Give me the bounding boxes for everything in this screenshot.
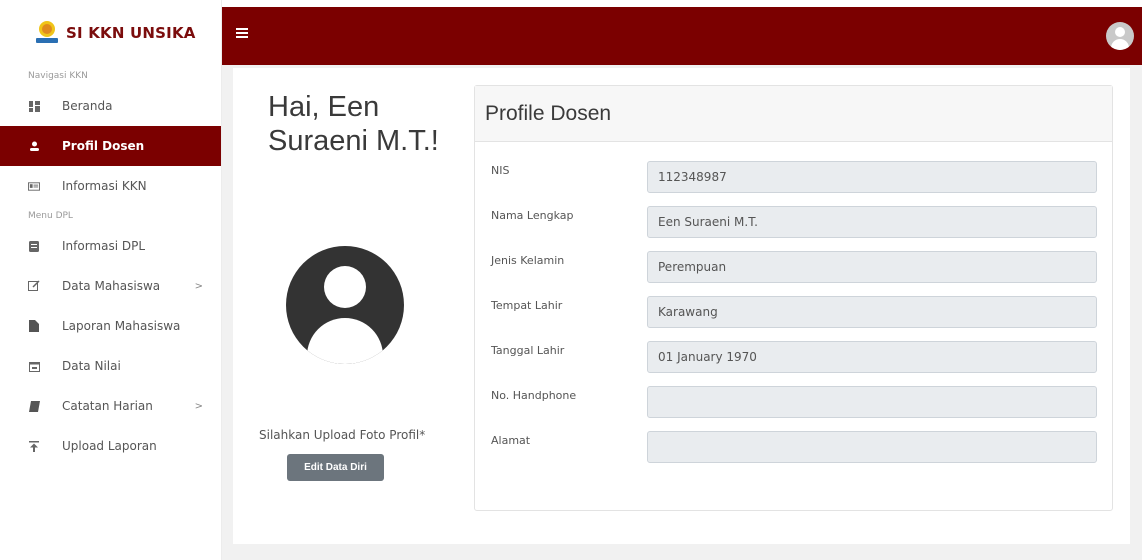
field-row-tanggal-lahir: Tanggal Lahir [475,341,1114,373]
unsika-logo-icon [36,21,58,45]
sidebar-item-label: Informasi DPL [62,239,146,253]
sidebar-item-upload-laporan[interactable]: Upload Laporan [0,426,221,466]
field-row-nis: NIS [475,161,1114,193]
sidebar-item-label: Profil Dosen [62,139,145,153]
field-label: Tempat Lahir [491,299,563,312]
section-label-navigasi: Navigasi KKN [28,71,88,81]
topbar [222,7,1142,65]
nama-lengkap-field[interactable] [647,206,1097,238]
brand[interactable]: SI KKN UNSIKA [0,0,221,66]
sidebar-item-profil-dosen[interactable]: Profil Dosen [0,126,221,166]
alamat-field[interactable] [647,431,1097,463]
file-icon [28,320,40,332]
brand-name: SI KKN UNSIKA [66,24,196,42]
sidebar-item-label: Upload Laporan [62,439,157,453]
sidebar-item-label: Data Nilai [62,359,121,373]
tanggal-lahir-field[interactable] [647,341,1097,373]
sidebar-item-informasi-kkn[interactable]: Informasi KKN [0,166,221,206]
field-label: Jenis Kelamin [491,254,565,267]
sidebar-item-laporan-mahasiswa[interactable]: Laporan Mahasiswa [0,306,221,346]
sidebar-item-label: Data Mahasiswa [62,279,161,293]
field-row-alamat: Alamat [475,431,1114,463]
profile-photo-placeholder-icon [286,246,404,364]
field-row-no-handphone: No. Handphone [475,386,1114,418]
sidebar-item-label: Informasi KKN [62,179,147,193]
user-avatar-icon[interactable] [1106,22,1134,50]
sidebar-item-catatan-harian[interactable]: Catatan Harian > [0,386,221,426]
greeting-heading: Hai, Een Suraeni M.T.! [268,91,439,157]
field-row-tempat-lahir: Tempat Lahir [475,296,1114,328]
upload-icon [28,440,40,452]
sidebar-item-label: Laporan Mahasiswa [62,319,181,333]
notebook-icon [28,400,40,412]
sidebar-item-data-mahasiswa[interactable]: Data Mahasiswa > [0,266,221,306]
tempat-lahir-field[interactable] [647,296,1097,328]
section-label-menu-dpl: Menu DPL [28,211,73,221]
sidebar-item-label: Beranda [62,99,113,113]
nis-field[interactable] [647,161,1097,193]
profile-card: Profile Dosen NIS Nama Lengkap Jenis Kel… [474,85,1113,511]
field-row-nama-lengkap: Nama Lengkap [475,206,1114,238]
sidebar-item-informasi-dpl[interactable]: Informasi DPL [0,226,221,266]
upload-photo-hint: Silahkan Upload Foto Profil* [259,428,426,442]
no-handphone-field[interactable] [647,386,1097,418]
field-label: Tanggal Lahir [491,344,565,357]
chevron-right-icon: > [194,280,203,292]
field-label: No. Handphone [491,389,577,402]
dashboard-icon [28,100,40,112]
id-card-icon [28,180,40,192]
sidebar: SI KKN UNSIKA Navigasi KKN Beranda Profi… [0,0,222,560]
calendar-icon [28,360,40,372]
sidebar-item-label: Catatan Harian [62,399,153,413]
edit-icon [28,280,40,292]
hamburger-icon[interactable] [236,28,248,38]
sidebar-item-beranda[interactable]: Beranda [0,86,221,126]
edit-data-diri-button[interactable]: Edit Data Diri [287,454,384,481]
book-icon [28,240,40,252]
jenis-kelamin-field[interactable] [647,251,1097,283]
field-label: Alamat [491,434,531,447]
chevron-right-icon: > [194,400,203,412]
field-label: Nama Lengkap [491,209,574,222]
field-label: NIS [491,164,510,177]
user-icon [28,140,40,152]
sidebar-item-data-nilai[interactable]: Data Nilai [0,346,221,386]
profile-card-title: Profile Dosen [475,86,1112,142]
field-row-jenis-kelamin: Jenis Kelamin [475,251,1114,283]
